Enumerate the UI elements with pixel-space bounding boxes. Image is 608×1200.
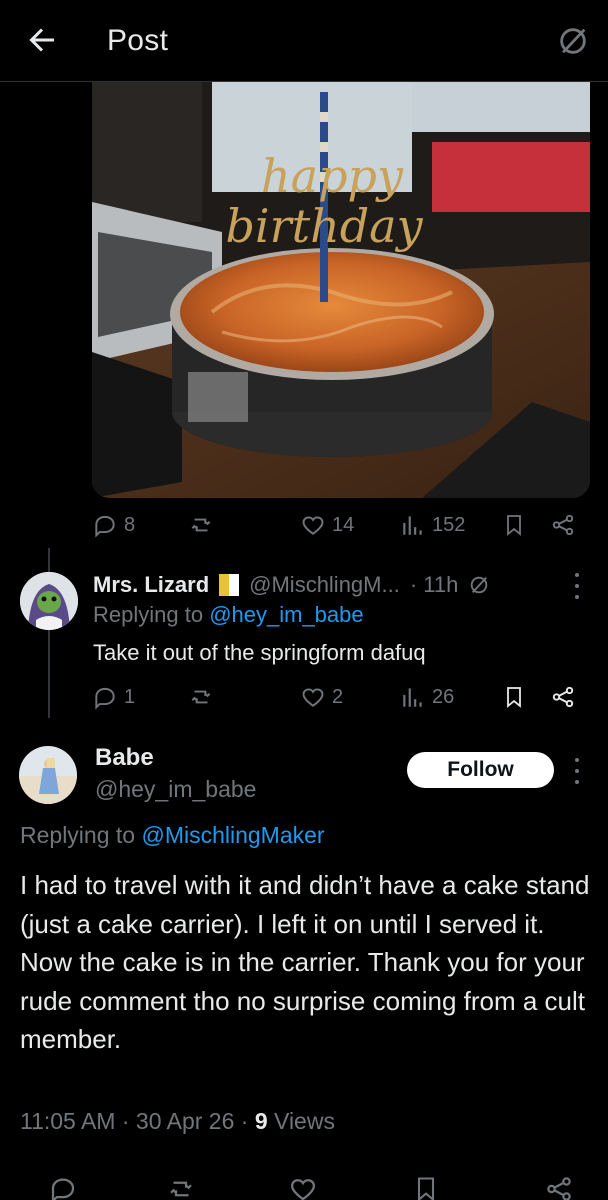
reply-button[interactable]: 1 (92, 684, 135, 710)
bookmark-icon (507, 515, 521, 536)
reply-count: 1 (124, 685, 136, 708)
reply-header: Mrs. Lizard @MischlingM... · 11h (93, 570, 573, 600)
views-icon (403, 688, 422, 707)
replying-handle-link[interactable]: @hey_im_babe (209, 602, 363, 627)
slashed-circle-icon (471, 576, 488, 594)
views-icon (403, 516, 422, 535)
top-bar: Post (0, 0, 608, 82)
svg-text:birthday: birthday (225, 199, 423, 253)
repost-icon (191, 690, 211, 704)
repost-button[interactable] (188, 684, 214, 710)
slashed-circle-icon[interactable] (556, 24, 590, 58)
cake-photo-icon: happy birthday (92, 82, 590, 498)
reply-text: Take it out of the springform dafuq (93, 640, 426, 665)
author-handle[interactable]: @hey_im_babe (95, 776, 256, 803)
repost-button[interactable] (188, 512, 214, 538)
reply-time: · 11h (409, 572, 459, 597)
share-icon (552, 514, 574, 536)
replying-label: Replying to (93, 602, 210, 627)
heart-icon (302, 688, 324, 707)
reply-button[interactable]: 8 (92, 512, 135, 538)
repost-icon (191, 518, 211, 532)
follow-button[interactable]: Follow (407, 752, 554, 788)
flag-icon (219, 574, 240, 596)
bookmark-button[interactable] (502, 684, 526, 710)
heart-icon (302, 516, 324, 535)
share-icon (552, 686, 574, 708)
reply-actions: 1 2 26 (92, 684, 590, 714)
beach-avatar-icon (19, 746, 77, 804)
main-post-actions (0, 1168, 608, 1200)
views-count: 152 (432, 513, 466, 536)
replying-handle-link[interactable]: @MischlingMaker (141, 822, 324, 848)
share-button[interactable] (550, 684, 576, 710)
svg-text:happy: happy (261, 149, 404, 203)
heart-icon[interactable] (288, 1174, 318, 1200)
reply-count: 8 (124, 513, 136, 536)
post-meta: 11:05 AM · 30 Apr 26 · 9 Views (20, 1108, 335, 1135)
reply-icon (95, 515, 115, 538)
views-count: 9 (254, 1108, 268, 1134)
bookmark-button[interactable] (502, 512, 526, 538)
post-text: I had to travel with it and didn’t have … (20, 870, 590, 1055)
original-post-actions: 8 14 152 (92, 512, 590, 542)
post-image[interactable]: happy birthday (92, 82, 590, 498)
post-timestamp: 11:05 AM · 30 Apr 26 · (20, 1108, 255, 1134)
arrow-left-icon[interactable] (24, 22, 60, 58)
repost-icon[interactable] (166, 1174, 196, 1200)
bookmark-icon[interactable] (412, 1174, 440, 1200)
share-button[interactable] (550, 512, 576, 538)
views-label: Views (267, 1108, 335, 1134)
like-button[interactable]: 14 (300, 512, 354, 538)
views-button[interactable]: 26 (400, 684, 454, 710)
more-options-icon[interactable] (573, 758, 581, 784)
reply-display-name[interactable]: Mrs. Lizard (93, 572, 209, 598)
avatar[interactable] (20, 572, 78, 630)
lizard-avatar-icon (20, 572, 78, 630)
share-icon[interactable] (544, 1174, 574, 1200)
views-count: 26 (432, 685, 455, 708)
bookmark-icon (507, 687, 521, 708)
page-title: Post (107, 24, 169, 57)
views-button[interactable]: 152 (400, 512, 465, 538)
author-display-name[interactable]: Babe (95, 744, 154, 772)
replying-label: Replying to (20, 822, 142, 848)
reply-handle[interactable]: @MischlingM... (249, 572, 400, 598)
reply-icon (95, 687, 115, 710)
avatar[interactable] (19, 746, 77, 804)
reply-replying-to: Replying to @hey_im_babe (93, 602, 364, 628)
like-count: 14 (332, 513, 355, 536)
like-count: 2 (332, 685, 344, 708)
more-options-icon[interactable] (573, 573, 581, 599)
reply-icon[interactable] (48, 1174, 78, 1200)
like-button[interactable]: 2 (300, 684, 343, 710)
main-replying-to: Replying to @MischlingMaker (20, 822, 325, 849)
